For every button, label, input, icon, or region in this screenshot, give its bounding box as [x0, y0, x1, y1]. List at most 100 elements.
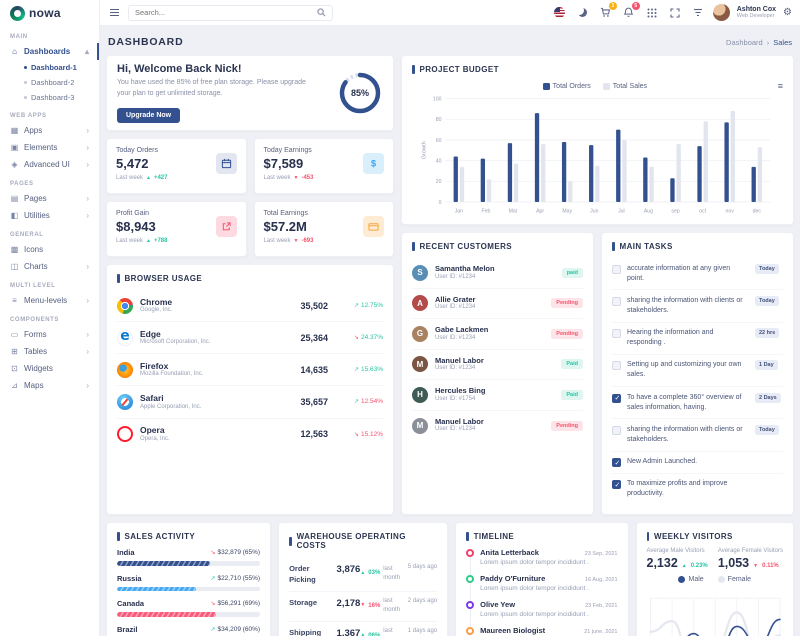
browser-name: Chrome	[140, 297, 279, 308]
task-checkbox[interactable]	[612, 480, 621, 489]
browser-icon	[117, 330, 133, 346]
sidebar-item-forms[interactable]: ▭ Forms ›	[0, 326, 99, 343]
task-checkbox[interactable]	[612, 426, 621, 435]
notifications-badge: 5	[632, 2, 640, 10]
country-name: Canada	[117, 599, 144, 608]
warehouse-row: Shipping 1,367 06%last month 1 days ago	[289, 622, 437, 636]
legend-swatch-sales	[603, 83, 610, 90]
caret-up-icon: ▴	[85, 47, 89, 56]
utilities-icon: ◧	[10, 211, 19, 220]
customer-row[interactable]: G Gabe Lackmen User ID: #1234 Pending	[412, 319, 583, 350]
sidebar-item-dashboard-3[interactable]: Dashboard-3	[0, 90, 99, 105]
browser-row[interactable]: Firefox Mozilla Foundation, Inc. 14,635 …	[117, 354, 383, 386]
task-checkbox[interactable]	[612, 458, 621, 467]
trend-up-icon	[682, 563, 687, 569]
task-row: sharing the information with clients or …	[612, 290, 783, 322]
task-checkbox[interactable]	[612, 297, 621, 306]
sidebar-item-charts[interactable]: ◫ Charts ›	[0, 258, 99, 275]
charts-icon: ◫	[10, 262, 19, 271]
customer-row[interactable]: A Allie Grater User ID: #1234 Pending	[412, 289, 583, 320]
sidebar-item-dashboard-1[interactable]: Dashboard-1	[0, 60, 99, 75]
user-avatar[interactable]	[713, 4, 730, 21]
cost-ago: 5 days ago	[408, 563, 437, 586]
apps-grid-icon[interactable]	[644, 5, 660, 21]
sidebar-item-apps[interactable]: ▦ Apps ›	[0, 122, 99, 139]
task-due-badge: Today	[755, 264, 779, 274]
fullscreen-icon[interactable]	[667, 5, 683, 21]
sidebar-item-elements[interactable]: ▣ Elements ›	[0, 139, 99, 156]
task-checkbox[interactable]	[612, 361, 621, 370]
svg-text:dec: dec	[753, 208, 762, 214]
chart-menu-icon[interactable]: ≡	[778, 81, 783, 91]
advanced-ui-icon: ◈	[10, 160, 19, 169]
sidebar-item-advanced-ui[interactable]: ◈ Advanced UI ›	[0, 156, 99, 173]
progress-track	[117, 587, 260, 592]
sidebar-item-dashboards[interactable]: ⌂ Dashboards ▴	[0, 43, 99, 60]
trend-arrow-icon	[210, 626, 215, 633]
task-checkbox[interactable]	[612, 394, 621, 403]
chevron-right-icon: ›	[86, 330, 89, 339]
sidebar-item-menu-levels[interactable]: ≡ Menu-levels ›	[0, 292, 99, 309]
search-icon[interactable]	[317, 8, 326, 17]
notifications-bell-icon[interactable]: 5	[621, 5, 637, 21]
settings-gear-icon[interactable]: ⚙	[783, 7, 792, 18]
sidebar-item-icons[interactable]: ▩ Icons	[0, 241, 99, 258]
sidebar-item-tables[interactable]: ⊞ Tables ›	[0, 343, 99, 360]
dark-mode-icon[interactable]	[575, 5, 591, 21]
task-checkbox[interactable]	[612, 329, 621, 338]
breadcrumb-dashboard[interactable]: Dashboard	[726, 38, 763, 47]
country-name: Brazil	[117, 625, 137, 634]
widgets-icon: ⊡	[10, 364, 19, 373]
sidebar-item-maps[interactable]: ⊿ Maps ›	[0, 377, 99, 394]
browser-row[interactable]: Safari Apple Corporation, Inc. 35,657 12…	[117, 386, 383, 418]
customer-row[interactable]: H Hercules Bing User ID: #1754 Paid	[412, 380, 583, 411]
stat-card-today-orders: Today Orders 5,472 Last week+427	[106, 138, 247, 194]
cart-icon[interactable]: 3	[598, 5, 614, 21]
svg-text:80: 80	[436, 117, 442, 123]
weekly-visitors-card: WEEKLY VISITORS Average Male Visitors 2,…	[636, 522, 795, 636]
customer-id: User ID: #1234	[435, 335, 544, 343]
task-due-badge: 22 hrs	[755, 328, 779, 338]
browser-value: 35,657	[286, 397, 328, 407]
menu-toggle-icon[interactable]	[108, 7, 121, 19]
filter-lines-icon[interactable]	[690, 5, 706, 21]
warehouse-costs-card: WAREHOUSE OPERATING COSTS Order Picking …	[278, 522, 448, 636]
sidebar-item-pages[interactable]: ▤ Pages ›	[0, 190, 99, 207]
sidebar-item-utilities[interactable]: ◧ Utilities ›	[0, 207, 99, 224]
timeline-item: Maureen Biologist 21 june, 2021 Lorem ip…	[466, 626, 617, 636]
svg-text:Apr: Apr	[536, 208, 544, 214]
task-checkbox[interactable]	[612, 265, 621, 274]
trend-down-icon	[753, 563, 758, 569]
timeline-name: Paddy O'Furniture	[480, 574, 545, 583]
search-input[interactable]	[135, 8, 317, 17]
sidebar-item-dashboard-2[interactable]: Dashboard-2	[0, 75, 99, 90]
app-logo[interactable]: nowa	[0, 0, 99, 26]
chevron-right-icon: ›	[86, 126, 89, 135]
sidebar-item-widgets[interactable]: ⊡ Widgets	[0, 360, 99, 377]
cost-note: last month	[383, 565, 407, 583]
recent-customers-title: RECENT CUSTOMERS	[412, 242, 583, 251]
avatar: S	[412, 265, 428, 281]
task-text: New Admin Launched.	[627, 457, 749, 467]
language-flag-icon[interactable]	[552, 5, 568, 21]
customer-row[interactable]: M Manuel Labor User ID: #1234 Paid	[412, 350, 583, 381]
sales-country-row: Canada $56,291 (69%)	[117, 599, 260, 617]
task-row: Hearing the information and responding .…	[612, 323, 783, 355]
browser-row[interactable]: Edge Microsoft Corporation, Inc. 25,364 …	[117, 322, 383, 354]
tables-icon: ⊞	[10, 347, 19, 356]
country-name: Russia	[117, 574, 142, 583]
icons-icon: ▩	[10, 245, 19, 254]
warehouse-list: Order Picking 3,876 03%last month 5 days…	[289, 557, 437, 636]
timeline-name: Anita Letterback	[480, 548, 539, 557]
customer-row[interactable]: M Manuel Labor User ID: #1234 Pending	[412, 411, 583, 441]
user-menu[interactable]: Ashton Cox Web Developer	[737, 6, 776, 20]
customer-row[interactable]: S Samantha Melon User ID: #1234 paid	[412, 258, 583, 289]
project-budget-card: PROJECT BUDGET Total Orders Total Sales …	[401, 55, 794, 225]
search-box	[128, 5, 333, 21]
male-visitors-value: 2,132	[647, 556, 678, 570]
task-due-badge: Today	[755, 296, 779, 306]
svg-text:60: 60	[436, 138, 442, 144]
browser-row[interactable]: Opera Opera, Inc. 12,563 15.12%	[117, 419, 383, 450]
browser-row[interactable]: Chrome Google, Inc. 35,502 12.75%	[117, 290, 383, 322]
upgrade-now-button[interactable]: Upgrade Now	[117, 108, 180, 123]
